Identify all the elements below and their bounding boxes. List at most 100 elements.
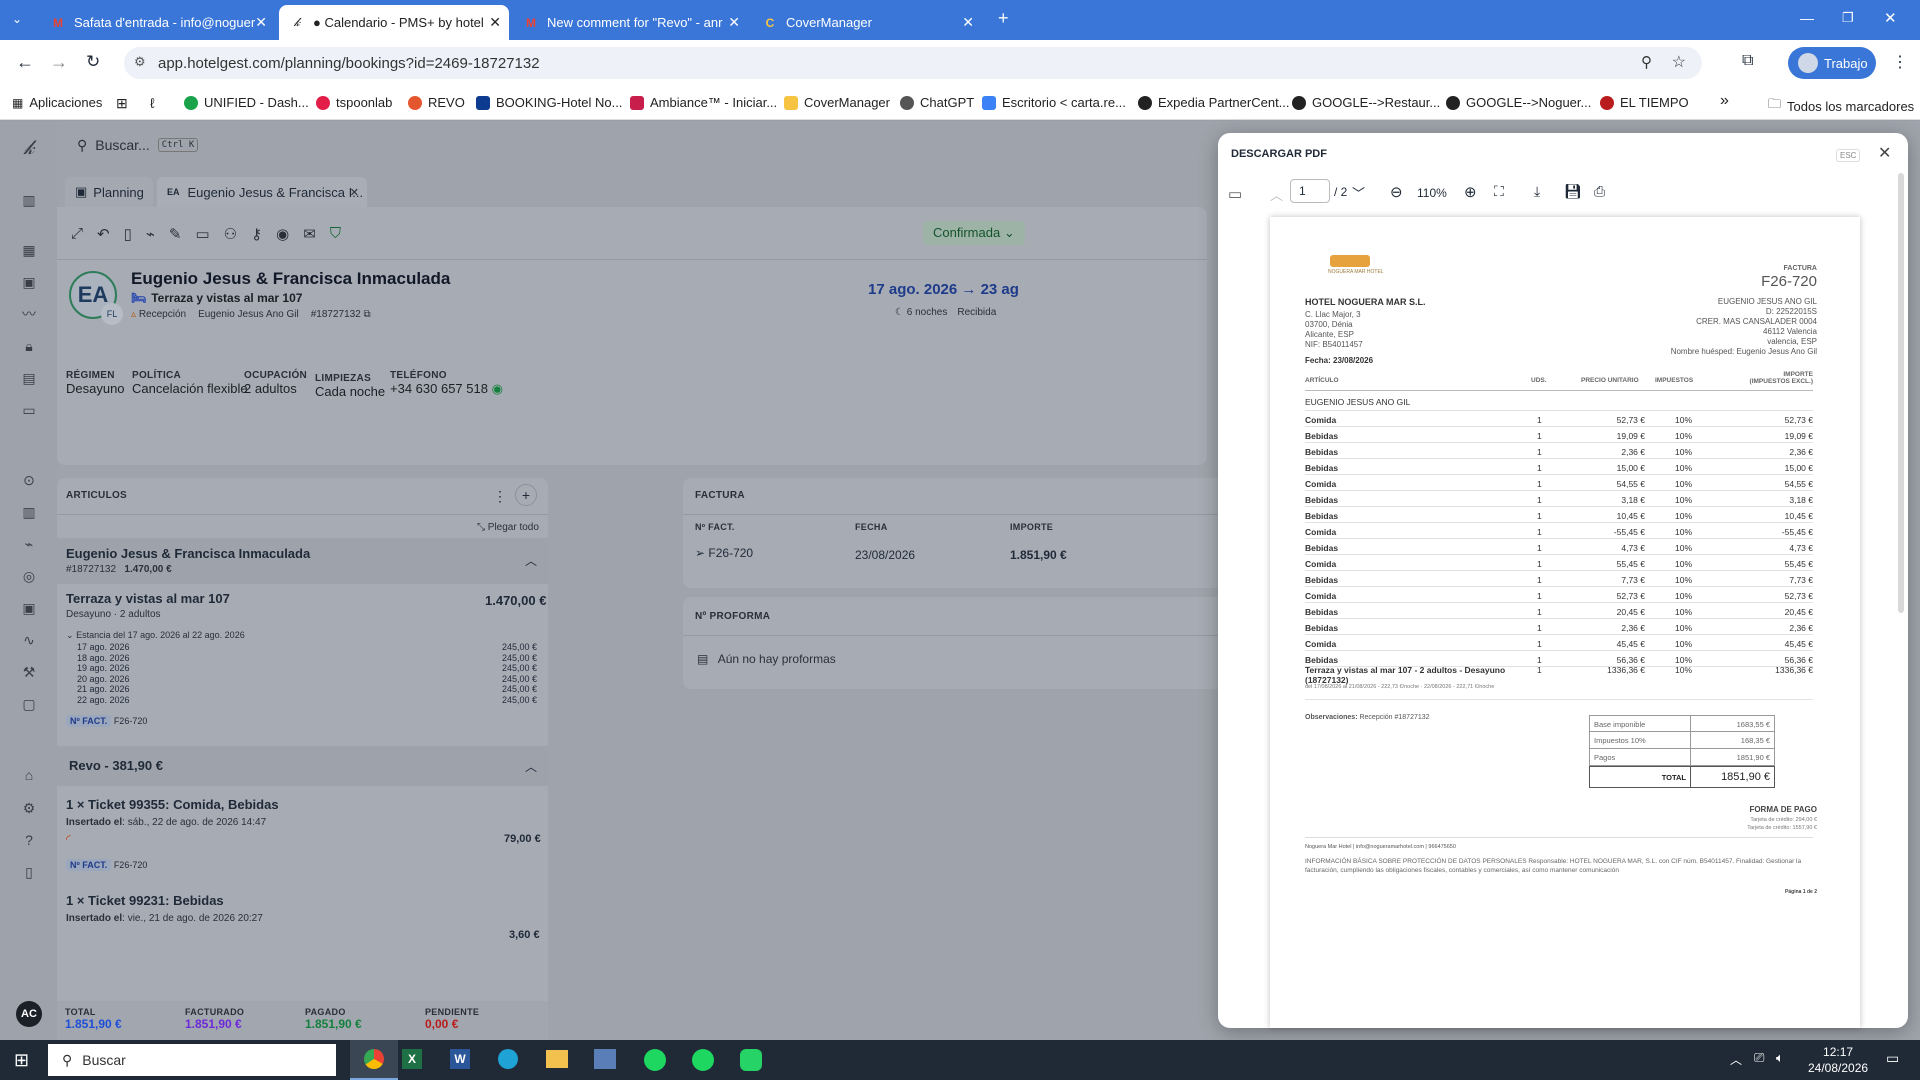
tab-planning[interactable]: ▣ Planning (65, 177, 153, 207)
next-page-icon[interactable]: ﹀ (1352, 183, 1365, 202)
mail-icon[interactable]: ✉ (303, 225, 316, 243)
print-icon[interactable]: ⎙ (1594, 183, 1605, 200)
bookmark-expedia[interactable]: Expedia PartnerCent... (1138, 95, 1290, 110)
bookmark-booking[interactable]: BOOKING-Hotel No... (476, 95, 622, 110)
windows-start-icon[interactable]: ⊞ (14, 1050, 29, 1071)
calendar-check-icon[interactable]: ▣ (20, 599, 38, 617)
bag-icon[interactable]: ▢ (20, 695, 38, 713)
expand-icon[interactable]: ⤢ (71, 225, 83, 243)
download-icon[interactable]: ⤓ (1534, 183, 1540, 200)
hotelgest-logo-icon[interactable]: 𝓀 (20, 138, 38, 158)
browser-tab-gmail[interactable]: M Safata d'entrada - info@noguer ✕ (40, 5, 275, 40)
url-input[interactable]: ⚙ app.hotelgest.com/planning/bookings?id… (124, 47, 1702, 79)
barcode-icon[interactable]: ▥ (20, 503, 38, 521)
edge-icon[interactable] (498, 1049, 518, 1069)
tray-chevron-icon[interactable]: ︿ (1730, 1051, 1742, 1068)
fullscreen-icon[interactable]: ⛶ (1494, 183, 1504, 200)
lock-icon[interactable]: 🔒︎ (20, 337, 38, 355)
browser-tab-covermanager[interactable]: C CoverManager ✕ (752, 5, 982, 40)
close-icon[interactable]: ✕ (255, 14, 267, 31)
reload-icon[interactable]: ↻ (86, 52, 100, 72)
sidebar-toggle-icon[interactable]: ▭ (1228, 185, 1242, 203)
dollar-icon[interactable]: ⊙ (20, 471, 38, 489)
explorer-icon[interactable] (546, 1050, 568, 1068)
housekeeping-icon[interactable]: ⌁ (20, 535, 38, 553)
prev-page-icon[interactable]: ︿ (1270, 185, 1283, 204)
all-bookmarks[interactable]: 🗀 Todos los marcadores (1768, 95, 1914, 117)
status-badge[interactable]: Confirmada ⌄ (923, 221, 1025, 245)
grid-bookmark[interactable]: ⊞ (116, 95, 128, 112)
bookmark-escritorio[interactable]: Escritorio < carta.re... (982, 95, 1126, 110)
minimize-button[interactable]: — (1800, 10, 1814, 26)
chat-icon[interactable]: ▭ (20, 401, 38, 419)
bookmark-ambiance[interactable]: Ambiance™ - Iniciar... (630, 95, 777, 110)
window-close-button[interactable]: ✕ (1884, 9, 1897, 27)
edit-icon[interactable]: ✎ (169, 225, 182, 243)
bookmark-apps[interactable]: ▦ Aplicaciones (12, 95, 102, 110)
bookmark-unified[interactable]: UNIFIED - Dash... (184, 95, 309, 110)
close-icon[interactable]: ✕ (962, 14, 974, 31)
guests-icon[interactable]: ⚇ (224, 225, 237, 243)
app-icon[interactable] (594, 1049, 616, 1069)
comment-icon[interactable]: ▭ (195, 225, 209, 243)
map-icon[interactable]: ▯ (20, 863, 38, 881)
undo-icon[interactable]: ↶ (97, 225, 110, 243)
search-box[interactable]: ⚲ Buscar... Ctrl K (77, 131, 227, 159)
bank-icon[interactable]: ⌂ (20, 766, 38, 784)
scrollbar[interactable] (1898, 173, 1904, 613)
zoom-out-icon[interactable]: ⊖ (1390, 183, 1403, 201)
page-number-input[interactable]: 1 (1290, 179, 1330, 203)
bookmark-google-noguer[interactable]: GOOGLE-->Noguer... (1446, 95, 1591, 110)
restore-button[interactable]: ❐ (1842, 10, 1854, 26)
new-tab-button[interactable]: + (998, 8, 1009, 29)
bookmark-tspoonlab[interactable]: tspoonlab (316, 95, 392, 110)
bookmark-covermanager[interactable]: CoverManager (784, 95, 890, 110)
copy-icon[interactable]: ⧉ (364, 309, 371, 320)
more-bookmarks-icon[interactable]: » (1720, 92, 1729, 110)
user-avatar[interactable]: AC (16, 1001, 42, 1027)
group-header[interactable]: Eugenio Jesus & Francisca Inmaculada #18… (57, 538, 548, 584)
add-button[interactable]: + (515, 484, 537, 506)
chevron-up-icon[interactable]: ︿ (525, 552, 537, 569)
collapse-all-button[interactable]: ⤡ Plegar todo (477, 522, 539, 533)
invoice-number[interactable]: ➢ F26-720 (695, 546, 753, 560)
close-icon[interactable]: ✕ (1878, 143, 1891, 163)
spotify-icon[interactable] (692, 1049, 714, 1071)
back-icon[interactable]: ← (16, 52, 34, 73)
close-icon[interactable]: ✕ (728, 14, 740, 31)
tab-booking[interactable]: EA Eugenio Jesus & Francisca I... ✕ (157, 177, 367, 207)
phone-value[interactable]: +34 630 657 518 ◉ (390, 381, 503, 397)
notification-icon[interactable]: ▭ (1886, 1050, 1899, 1067)
network-icon[interactable]: ⎚ (1754, 1050, 1764, 1066)
help-icon[interactable]: ? (20, 831, 38, 849)
chevron-up-icon[interactable]: ︿ (525, 758, 537, 775)
target-icon[interactable]: ◎ (20, 567, 38, 585)
bookmark-slash[interactable]: ℓ (150, 95, 155, 111)
bookmark-revo[interactable]: REVO (408, 95, 465, 110)
forward-icon[interactable]: → (50, 52, 68, 73)
key-icon[interactable]: ⚷ (251, 225, 262, 243)
tab-search-icon[interactable]: ⌄ (12, 12, 22, 26)
building-icon[interactable]: ▥ (20, 191, 38, 209)
clock[interactable]: 12:17 24/08/2026 (1808, 1044, 1868, 1076)
close-icon[interactable]: ✕ (350, 186, 359, 199)
calendar-icon[interactable]: ▣ (20, 273, 38, 291)
taskbar-search[interactable]: ⚲ Buscar (48, 1044, 336, 1076)
stay-toggle[interactable]: ⌄ Estancia del 17 ago. 2026 al 22 ago. 2… (66, 630, 245, 641)
report-icon[interactable]: ▤ (20, 369, 38, 387)
revo-header[interactable]: Revo - 381,90 € ︿ (57, 746, 548, 786)
spotify-icon[interactable] (644, 1049, 666, 1071)
shield-icon[interactable]: ⛉ (330, 225, 341, 243)
bookmark-eltiempo[interactable]: EL TIEMPO (1600, 95, 1689, 110)
document-icon[interactable]: ▯ (124, 225, 132, 243)
wrench-icon[interactable]: ⚒ (20, 663, 38, 681)
excel-icon[interactable]: X (402, 1049, 422, 1069)
menu-icon[interactable]: ⋮ (1892, 52, 1908, 72)
clean-icon[interactable]: ⌁ (146, 225, 155, 243)
bookmark-chatgpt[interactable]: ChatGPT (900, 95, 974, 110)
activity-icon[interactable]: ∿ (20, 631, 38, 649)
browser-tab-calendario[interactable]: 𝓀 ● Calendario - PMS+ by hotelge ✕ (279, 5, 509, 40)
word-icon[interactable]: W (450, 1049, 470, 1069)
extensions-icon[interactable]: ⧉ (1742, 52, 1753, 70)
browser-tab-comment[interactable]: M New comment for "Revo" - anr ✕ (513, 5, 748, 40)
